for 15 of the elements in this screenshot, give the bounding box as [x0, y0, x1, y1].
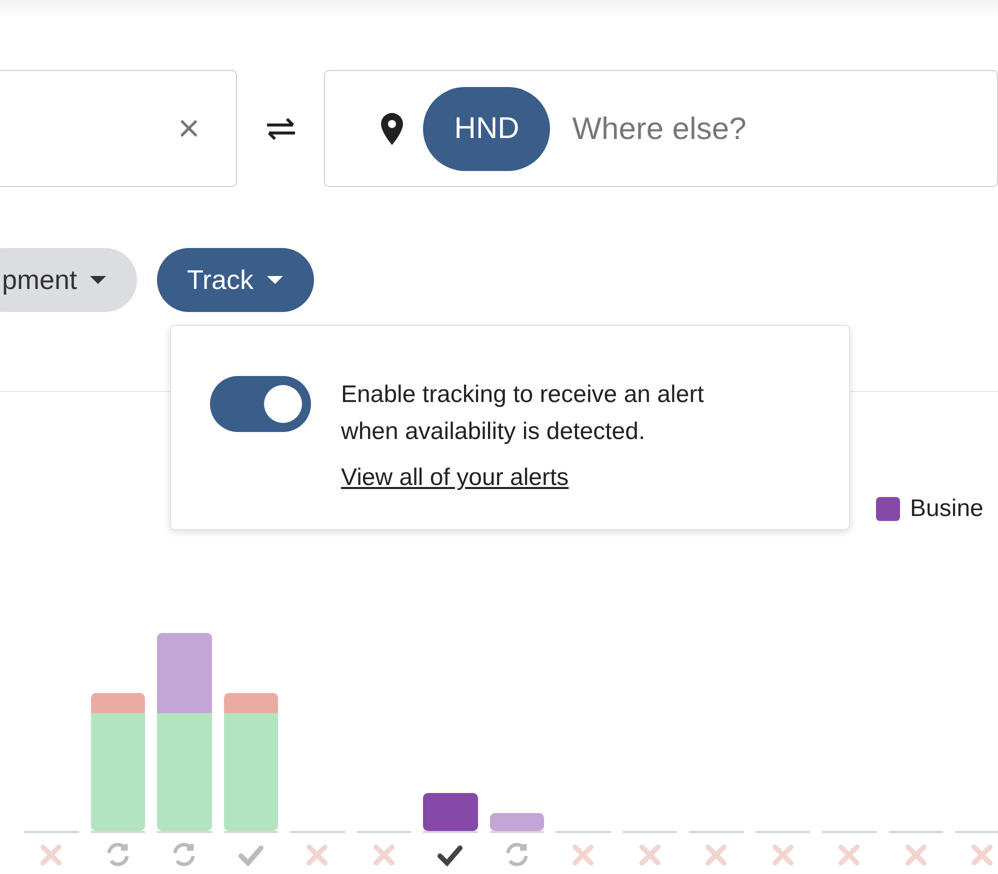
caret-icon: [266, 275, 284, 285]
legend-label: Busine: [910, 495, 984, 523]
filter-dropdown[interactable]: pment: [0, 248, 138, 312]
swap-icon[interactable]: [264, 116, 297, 140]
availability-bar: [423, 793, 478, 831]
clear-button[interactable]: ×: [178, 110, 200, 148]
origin-field[interactable]: ×: [0, 70, 237, 187]
filter-dropdown[interactable]: Track: [157, 248, 314, 312]
availability-bar: [490, 813, 544, 831]
airport-chip[interactable]: HND: [423, 86, 550, 170]
destination-field[interactable]: HND Where else?: [324, 70, 998, 187]
caret-icon: [89, 275, 108, 285]
alerts-link[interactable]: View all of your alerts: [341, 464, 569, 492]
location-pin-icon: [381, 112, 404, 144]
tracking-description: Enable tracking to receive an alert when availability is detected.: [341, 380, 705, 447]
